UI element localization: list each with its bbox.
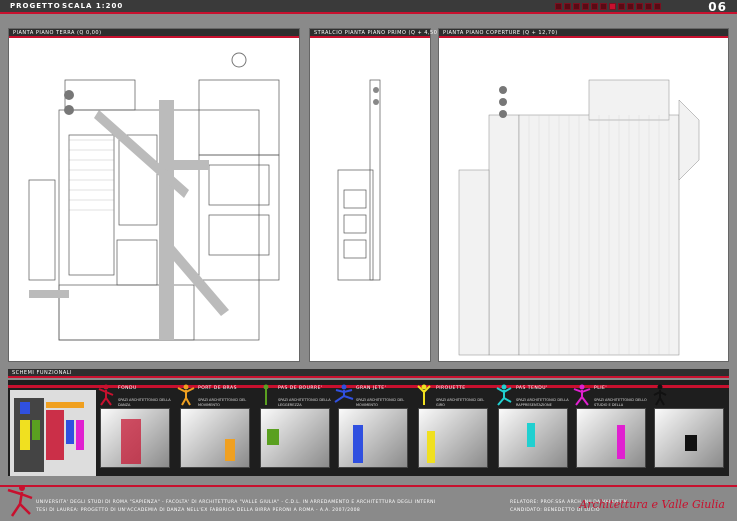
roof-plan (458, 79, 700, 356)
sheet-title: PROGETTO (10, 2, 61, 10)
functional-desc-3: SPAZI ARCHITETTONICI DELLA LEGGEREZZA (278, 398, 331, 407)
mezzanine-plan (337, 79, 381, 281)
dancer-logo-icon (7, 485, 33, 517)
dancer-icon (417, 384, 431, 405)
panel-roof: PIANTA PIANO COPERTURE (Q + 12,70) (438, 28, 729, 362)
page-indicator (555, 3, 661, 10)
functional-label-2: PORT DE BRAS (198, 386, 237, 391)
panel-title-roof: PIANTA PIANO COPERTURE (Q + 12,70) (443, 30, 558, 36)
functional-label-7: PLIE' (594, 386, 608, 391)
functional-label-4: GRAN JETE' (356, 386, 387, 391)
functional-thumb-4 (338, 408, 408, 468)
functional-thumb-6 (498, 408, 568, 468)
panel-title-mezzanine: STRALCIO PIANTA PIANO PRIMO (Q + 4,50) (314, 30, 440, 36)
functional-desc-6: SPAZI ARCHITETTONICI DELLA RAPPRESENTAZI… (516, 398, 569, 407)
functional-card-8 (650, 384, 728, 476)
dancer-icon (573, 384, 591, 406)
footer-red-line (0, 485, 737, 487)
functional-desc-1: SPAZI ARCHITETTONICI DELLA DANZA (118, 398, 171, 407)
functional-label-3: PAS DE BOURRE' (278, 386, 323, 391)
panel-mezzanine: STRALCIO PIANTA PIANO PRIMO (Q + 4,50) (309, 28, 439, 362)
functional-schemes-title: SCHEMI FUNZIONALI (12, 370, 72, 376)
dancer-icon (177, 384, 195, 406)
sheet-scale: SCALA 1:200 (62, 2, 124, 10)
dancer-icon (496, 384, 512, 406)
functional-card-7: PLIE' SPAZI ARCHITETTONICI DELLO STUDIO … (572, 384, 650, 476)
dancer-icon (98, 384, 114, 406)
dancer-icon (263, 384, 269, 405)
functional-thumb-7 (576, 408, 646, 468)
functional-card-2: PORT DE BRAS SPAZI ARCHITETTONICI DEL MO… (176, 384, 254, 476)
top-bar: PROGETTO SCALA 1:200 06 (0, 0, 737, 14)
functional-card-3: PAS DE BOURRE' SPAZI ARCHITETTONICI DELL… (256, 384, 334, 476)
functional-card-6: PAS TENDU' SPAZI ARCHITETTONICI DELLA RA… (494, 384, 572, 476)
functional-desc-5: SPAZI ARCHITETTONICI DEL GIRO (436, 398, 485, 407)
page-number: 06 (708, 0, 727, 14)
footer-thesis: TESI DI LAUREA: PROGETTO DI UN'ACCADEMIA… (36, 508, 361, 513)
functional-desc-2: SPAZI ARCHITETTONICI DEL MOVIMENTO (198, 398, 247, 407)
functional-thumb-2 (180, 408, 250, 468)
functional-label-1: FONDU (118, 386, 137, 391)
functional-desc-4: SPAZI ARCHITETTONICI DEL MOVIMENTO (356, 398, 405, 407)
functional-card-4: GRAN JETE' SPAZI ARCHITETTONICI DEL MOVI… (334, 384, 412, 476)
functional-label-5: PIROUETTE (436, 386, 466, 391)
functional-card-1: FONDU SPAZI ARCHITETTONICI DELLA DANZA (96, 384, 174, 476)
dancer-icon (334, 384, 354, 403)
functional-schemes-bar: SCHEMI FUNZIONALI (8, 369, 729, 378)
functional-thumb-5 (418, 408, 488, 468)
dancer-icon (653, 384, 667, 406)
functional-card-5: PIROUETTE SPAZI ARCHITETTONICI DEL GIRO (414, 384, 492, 476)
functional-card-overview (8, 386, 96, 476)
signature-logo: Architettura e Valle Giulia (579, 498, 725, 511)
panel-ground-floor: PIANTA PIANO TERRA (Q 0,00) (8, 28, 300, 362)
footer-university: UNIVERSITA' DEGLI STUDI DI ROMA "SAPIENZ… (36, 500, 436, 505)
functional-thumb-1 (100, 408, 170, 468)
panel-title-ground-floor: PIANTA PIANO TERRA (Q 0,00) (13, 30, 102, 36)
functional-thumb-8 (654, 408, 724, 468)
ground-floor-plan (28, 52, 280, 341)
functional-thumb-3 (260, 408, 330, 468)
functional-label-6: PAS TENDU' (516, 386, 548, 391)
